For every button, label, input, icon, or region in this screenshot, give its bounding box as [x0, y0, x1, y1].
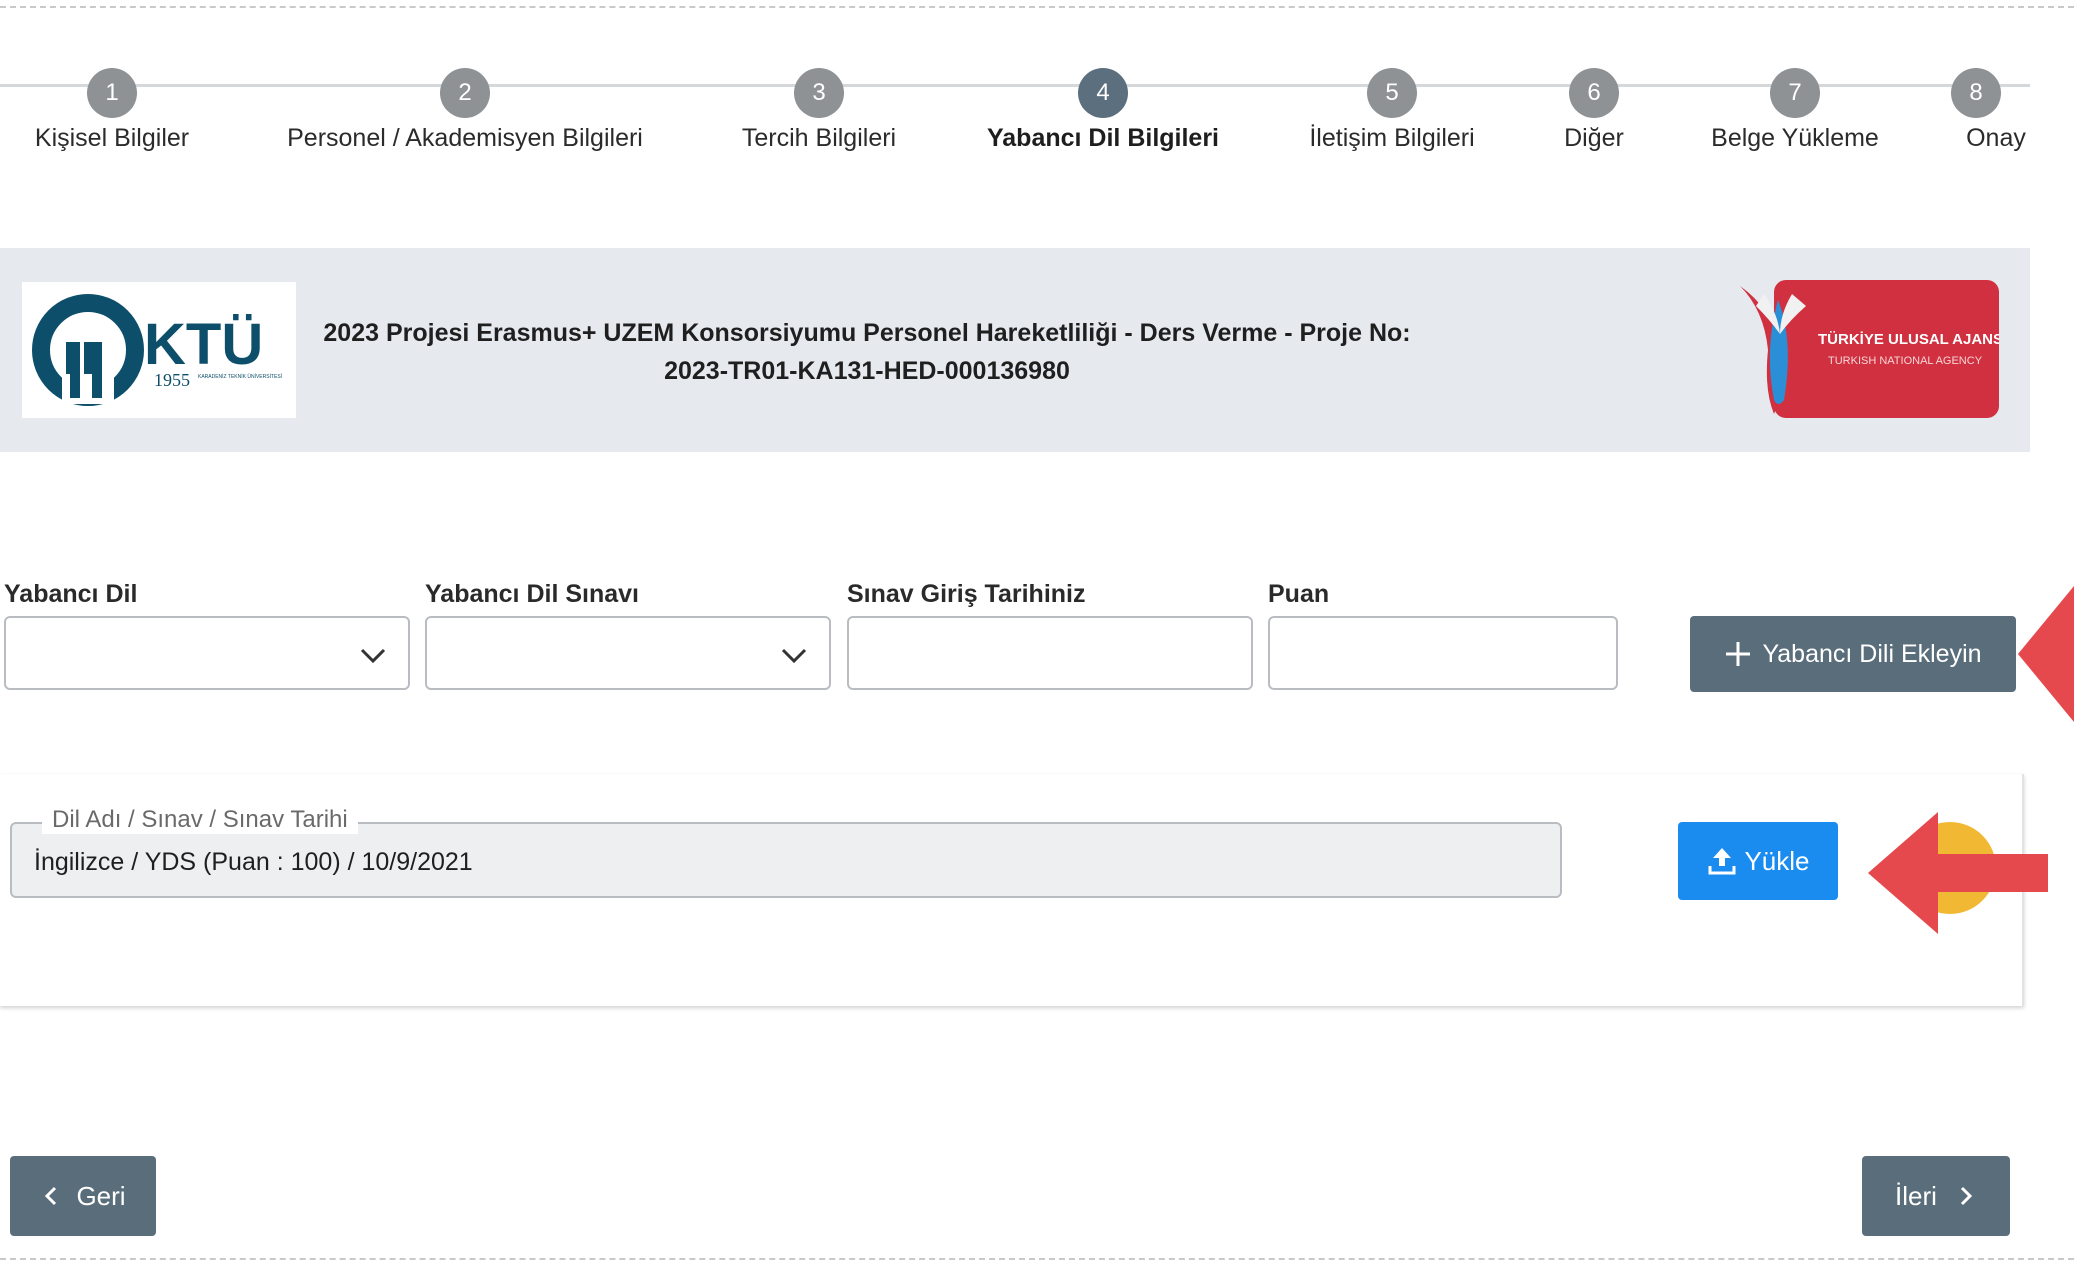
chevron-down-icon: [781, 648, 807, 664]
step-number: 2: [440, 68, 490, 118]
score-input[interactable]: [1268, 616, 1618, 690]
annotation-arrow-upload: [1868, 812, 2048, 934]
step-number: 4: [1078, 68, 1128, 118]
upload-button[interactable]: Yükle: [1678, 822, 1838, 900]
chevron-right-icon: [1960, 1186, 1973, 1206]
banner-title: 2023 Projesi Erasmus+ UZEM Konsorsiyumu …: [323, 319, 1411, 385]
back-button[interactable]: Geri: [10, 1156, 156, 1236]
step-number: 1: [87, 68, 137, 118]
add-foreign-language-label: Yabancı Dili Ekleyin: [1762, 639, 1982, 668]
exam-date-label: Sınav Giriş Tarihiniz: [847, 580, 1086, 608]
foreign-language-exam-select[interactable]: [425, 616, 831, 690]
exam-date-input[interactable]: [847, 616, 1253, 690]
svg-text:KARADENİZ TEKNİK ÜNİVERSİTESİ: KARADENİZ TEKNİK ÜNİVERSİTESİ: [198, 373, 282, 380]
next-button[interactable]: İleri: [1862, 1156, 2010, 1236]
step-label: Onay: [1966, 124, 2026, 152]
plus-icon: [1726, 642, 1751, 666]
foreign-language-select[interactable]: [4, 616, 410, 690]
step-number: 6: [1569, 68, 1619, 118]
back-button-label: Geri: [76, 1180, 126, 1211]
annotation-arrow-add: [2018, 586, 2074, 722]
ktu-logo: KTÜ 1955 KARADENİZ TEKNİK ÜNİVERSİTESİ: [22, 282, 296, 418]
foreign-language-label: Yabancı Dil: [4, 580, 138, 608]
svg-text:TÜRKİYE ULUSAL AJANSI: TÜRKİYE ULUSAL AJANSI: [1818, 331, 1999, 348]
turkish-national-agency-logo: TÜRKİYE ULUSAL AJANSI TURKISH NATIONAL A…: [1734, 280, 2007, 418]
chevron-down-icon: [360, 648, 386, 664]
score-label: Puan: [1268, 580, 1330, 608]
next-button-label: İleri: [1895, 1180, 1937, 1211]
add-foreign-language-button[interactable]: Yabancı Dili Ekleyin: [1690, 616, 2016, 692]
svg-text:1955: 1955: [154, 370, 190, 390]
foreign-language-exam-label: Yabancı Dil Sınavı: [425, 580, 639, 608]
svg-text:KTÜ: KTÜ: [144, 312, 263, 377]
step-number: 3: [794, 68, 844, 118]
upload-icon: [1708, 848, 1736, 875]
language-record-legend: Dil Adı / Sınav / Sınav Tarihi: [42, 806, 358, 834]
step-number: 7: [1770, 68, 1820, 118]
top-dashed-border: [0, 6, 2074, 8]
bottom-dashed-border: [0, 1258, 2074, 1260]
step-number: 5: [1367, 68, 1417, 118]
stepper-line: [0, 84, 2030, 87]
chevron-left-icon: [45, 1186, 57, 1206]
step-number: 8: [1951, 68, 2001, 118]
language-record-value: İngilizce / YDS (Puan : 100) / 10/9/2021: [34, 848, 473, 876]
svg-text:TURKISH NATIONAL AGENCY: TURKISH NATIONAL AGENCY: [1828, 355, 1983, 367]
upload-button-label: Yükle: [1744, 845, 1810, 876]
